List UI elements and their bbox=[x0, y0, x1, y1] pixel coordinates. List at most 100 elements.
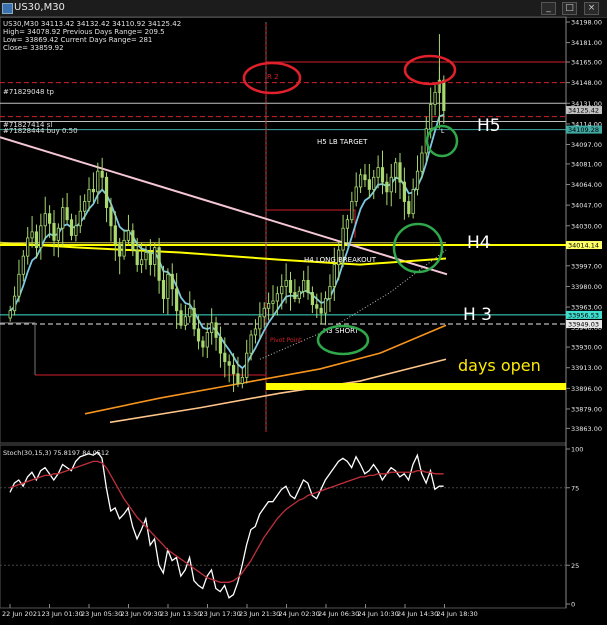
candle-body bbox=[210, 322, 214, 333]
candle-body bbox=[39, 225, 43, 249]
long-entry-tag: L bbox=[441, 128, 445, 135]
candle-body bbox=[157, 247, 161, 281]
price-tick-label: 34198.00 bbox=[571, 19, 602, 27]
price-tick-label: 33980.00 bbox=[571, 283, 602, 291]
candle-body bbox=[407, 201, 411, 215]
price-tick-label: 34181.00 bbox=[571, 39, 602, 47]
candle-body bbox=[284, 279, 288, 287]
candle-body bbox=[170, 273, 174, 290]
candle-body bbox=[350, 201, 354, 221]
candle-body bbox=[56, 227, 60, 241]
candle-body bbox=[113, 225, 117, 245]
pivot-point-label: Pivot Point bbox=[270, 337, 302, 344]
time-tick-label: 23 Jun 05:30 bbox=[81, 610, 122, 618]
price-tag-label: 33949.03 bbox=[568, 321, 599, 329]
candle-body bbox=[231, 364, 236, 375]
candle-body bbox=[21, 255, 25, 275]
candle-body bbox=[429, 104, 433, 130]
stoch-tick-label: 25 bbox=[571, 562, 579, 570]
candle-body bbox=[245, 352, 249, 378]
price-tick-label: 34047.00 bbox=[571, 202, 602, 210]
price-tick-label: 33913.00 bbox=[571, 364, 602, 372]
time-tick-label: 23 Jun 13:30 bbox=[160, 610, 201, 618]
candle-body bbox=[34, 231, 39, 249]
candle-body bbox=[118, 243, 122, 257]
candle-body bbox=[385, 181, 389, 193]
red-circle-high bbox=[403, 54, 457, 86]
candle-body bbox=[161, 279, 166, 299]
candle-body bbox=[8, 310, 12, 319]
stoch-tick-label: 0 bbox=[571, 601, 575, 609]
candle-body bbox=[153, 247, 157, 266]
h3-annotation: H 3 bbox=[463, 305, 492, 325]
info-line-4: Close= 33859.92 bbox=[3, 44, 64, 52]
candle-body bbox=[376, 167, 380, 178]
candle-body bbox=[196, 328, 201, 342]
candle-body bbox=[306, 279, 310, 293]
candle-body bbox=[188, 307, 192, 318]
days-open-bar bbox=[266, 383, 566, 390]
stoch-panel-border bbox=[0, 444, 567, 609]
order-buy-label[interactable]: #71828444 buy 0.50 bbox=[3, 127, 78, 135]
candle-body bbox=[236, 373, 240, 384]
candle-body bbox=[319, 307, 323, 314]
candle-body bbox=[131, 230, 135, 251]
candle-body bbox=[293, 292, 297, 299]
days-open-annotation: days open bbox=[458, 356, 541, 375]
candle-body bbox=[358, 174, 363, 188]
candle-body bbox=[345, 219, 350, 229]
candle-body bbox=[442, 79, 446, 111]
candle-body bbox=[297, 290, 301, 299]
time-tick-label: 24 Jun 14:30 bbox=[397, 610, 438, 618]
candle-body bbox=[223, 352, 227, 363]
r2-label: R 2 bbox=[267, 73, 279, 81]
order-tp-label[interactable]: #71829048 tp bbox=[3, 88, 54, 96]
candle-body bbox=[100, 170, 104, 178]
stoch-label: Stoch(30,15,3) 75.8197 84.0512 bbox=[3, 449, 109, 457]
candle-body bbox=[122, 239, 126, 257]
price-tick-label: 33930.00 bbox=[571, 344, 602, 352]
candle-body bbox=[271, 300, 275, 304]
candle-body bbox=[126, 230, 131, 241]
candle-body bbox=[17, 273, 21, 297]
candle-body bbox=[43, 213, 47, 227]
candle-body bbox=[280, 286, 284, 295]
candle-body bbox=[87, 188, 91, 202]
h5-annotation: H5 bbox=[477, 116, 501, 136]
fast-ma-line bbox=[9, 113, 445, 370]
candle-body bbox=[109, 207, 113, 227]
candle-body bbox=[144, 252, 148, 261]
time-axis: 22 Jun 2021 23 Jun 01:3023 Jun 05:3023 Ju… bbox=[2, 604, 478, 618]
candle-body bbox=[135, 249, 139, 266]
h4-annotation: H4 bbox=[467, 233, 491, 253]
price-tick-label: 33863.00 bbox=[571, 425, 602, 433]
candle-body bbox=[61, 207, 65, 229]
candle-body bbox=[310, 292, 315, 306]
price-tags: 34125.42 34109.28 34014.14 33956.53 33949.03 bbox=[566, 106, 602, 329]
candle-body bbox=[275, 293, 279, 302]
candle-body bbox=[341, 227, 345, 251]
candle-body bbox=[389, 176, 393, 193]
price-tag-label: 33956.53 bbox=[568, 311, 599, 319]
candle-body bbox=[398, 162, 402, 183]
chart-area[interactable]: 34198.0034181.0034165.0034148.0034131.00… bbox=[0, 0, 607, 625]
candle-body bbox=[402, 181, 406, 202]
chart-window: US30,M30 _ □ × 34198.00 34181.00 34165.00 3… bbox=[0, 0, 607, 625]
price-tick-label: 34097.00 bbox=[571, 141, 602, 149]
candle-body bbox=[367, 179, 371, 190]
price-tag-label: 34014.14 bbox=[568, 242, 599, 250]
price-tick-label: 34064.00 bbox=[571, 181, 602, 189]
price-candles bbox=[8, 34, 446, 392]
candle-body bbox=[30, 231, 34, 239]
candle-body bbox=[12, 295, 17, 312]
candle-body bbox=[214, 322, 218, 338]
candle-body bbox=[240, 377, 244, 384]
candle-body bbox=[91, 188, 96, 193]
candle-body bbox=[78, 210, 82, 227]
ohlc-info-block: US30,M30 34113.42 34132.42 34110.92 3412… bbox=[3, 20, 181, 52]
time-tick-label: 23 Jun 17:30 bbox=[200, 610, 241, 618]
candle-body bbox=[411, 188, 415, 215]
candle-body bbox=[380, 167, 385, 183]
price-tick-label: 34030.00 bbox=[571, 222, 602, 230]
info-line-3: Low= 33869.42 Current Days Range= 281 bbox=[3, 36, 152, 44]
